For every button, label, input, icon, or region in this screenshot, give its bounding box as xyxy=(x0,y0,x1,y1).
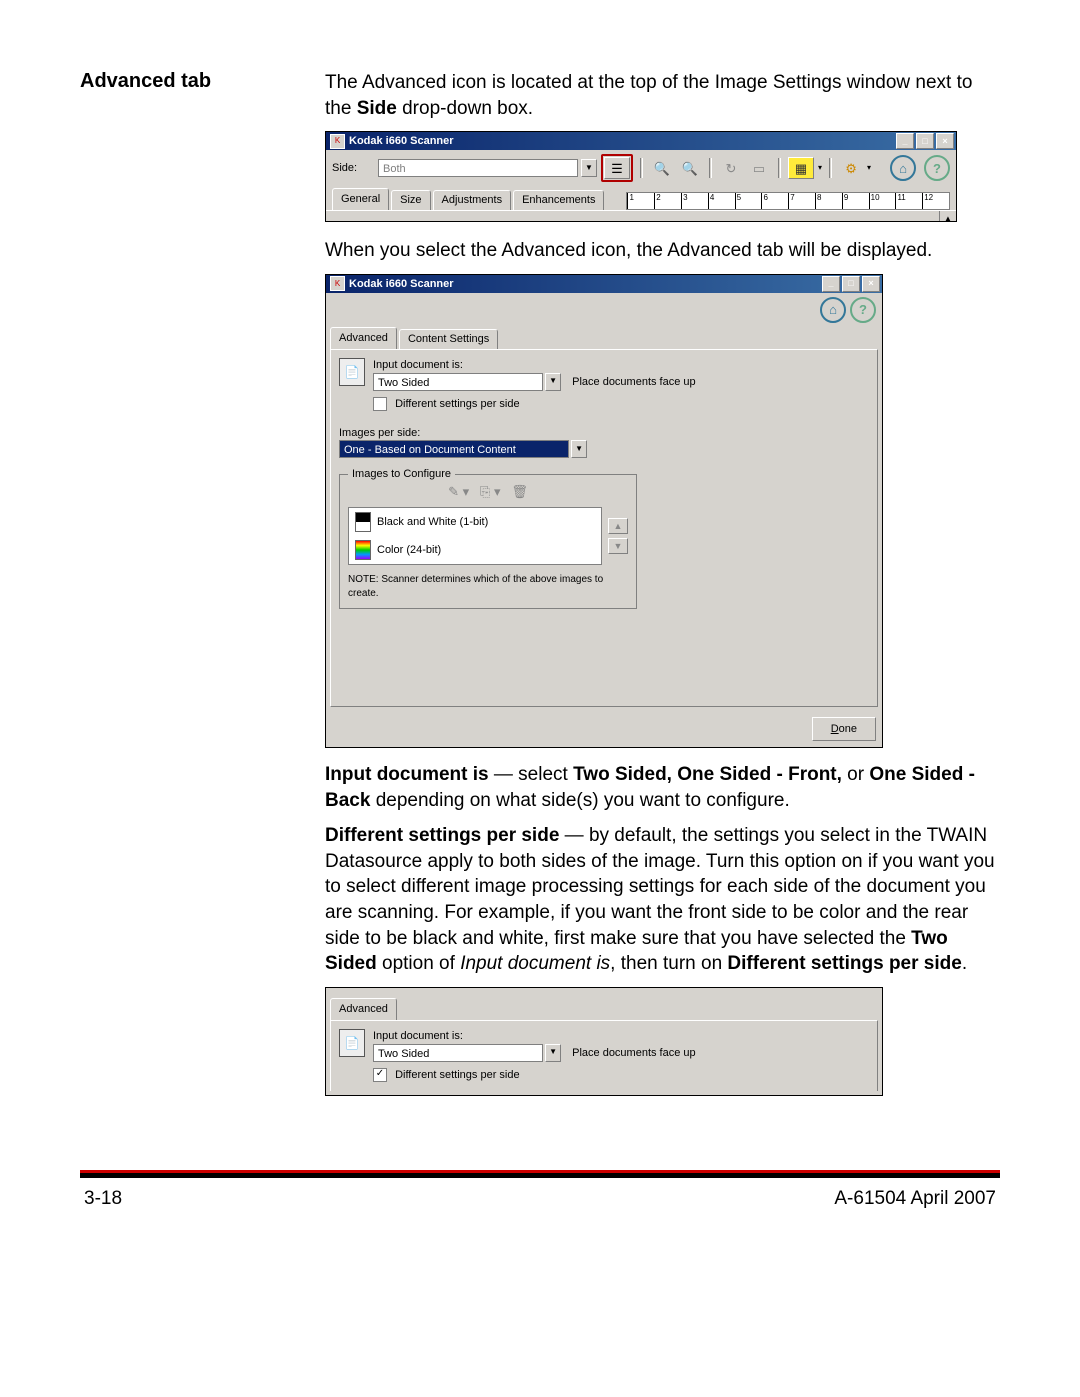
images-per-side-dropdown[interactable]: One - Based on Document Content xyxy=(339,440,569,458)
place-docs-label: Place documents face up xyxy=(572,376,696,388)
place-docs-label: Place documents face up xyxy=(572,1047,696,1059)
tab-adjustments[interactable]: Adjustments xyxy=(433,190,512,210)
app-icon: K xyxy=(330,134,345,149)
note-text: NOTE: Scanner determines which of the ab… xyxy=(348,573,628,600)
document-icon: 📄 xyxy=(339,1029,365,1057)
window-title: Kodak i660 Scanner xyxy=(349,277,820,292)
dropdown-arrow-icon[interactable]: ▼ xyxy=(545,373,561,391)
close-button[interactable]: × xyxy=(862,276,880,292)
maximize-button[interactable]: □ xyxy=(916,133,934,149)
side-label: Side: xyxy=(332,161,374,176)
app-icon: K xyxy=(330,276,345,291)
image-type-color[interactable]: Color (24-bit) xyxy=(349,536,601,564)
settings-tool-icon[interactable]: ⚙ xyxy=(839,158,863,178)
configure-legend: Images to Configure xyxy=(348,467,455,482)
document-icon: 📄 xyxy=(339,358,365,386)
screenshot-advanced-tab-window: K Kodak i660 Scanner _ □ × ⌂ ? Advanced xyxy=(325,274,883,748)
footer-rule xyxy=(80,1170,1000,1178)
move-up-button[interactable]: ▲ xyxy=(608,518,628,534)
input-doc-dropdown[interactable]: Two Sided xyxy=(373,1044,543,1062)
titlebar: K Kodak i660 Scanner _ □ × xyxy=(326,275,882,293)
minimize-button[interactable]: _ xyxy=(822,276,840,292)
page-icon[interactable]: ▭ xyxy=(747,158,771,178)
dropdown-arrow-icon[interactable]: ▼ xyxy=(545,1044,561,1062)
titlebar: K Kodak i660 Scanner _ □ × xyxy=(326,132,956,150)
color-tool-icon[interactable]: ▦ xyxy=(788,157,814,179)
images-to-configure-group: Images to Configure ✎ ▾ ⎘ ▾ 🗑 Black and … xyxy=(339,474,637,609)
help-icon[interactable]: ? xyxy=(850,297,876,323)
rotate-icon[interactable]: ↻ xyxy=(719,158,743,178)
move-down-button[interactable]: ▼ xyxy=(608,538,628,554)
diff-settings-checkbox[interactable] xyxy=(373,397,387,411)
close-button[interactable]: × xyxy=(936,133,954,149)
tab-enhancements[interactable]: Enhancements xyxy=(513,190,604,210)
zoom-in-icon[interactable]: 🔍 xyxy=(650,158,674,178)
intro-paragraph-2: When you select the Advanced icon, the A… xyxy=(325,238,1000,264)
minimize-button[interactable]: _ xyxy=(896,133,914,149)
tab-advanced[interactable]: Advanced xyxy=(330,998,397,1020)
document-id: A-61504 April 2007 xyxy=(834,1188,996,1210)
dropdown-arrow-icon[interactable]: ▼ xyxy=(571,440,587,458)
help-icon[interactable]: ? xyxy=(924,155,950,181)
desc-input-document: Input document is — select Two Sided, On… xyxy=(325,762,1000,813)
image-type-bw[interactable]: Black and White (1-bit) xyxy=(349,508,601,536)
tab-content-settings[interactable]: Content Settings xyxy=(399,329,498,349)
side-dropdown-arrow-icon[interactable]: ▼ xyxy=(581,159,597,177)
home-icon[interactable]: ⌂ xyxy=(890,155,916,181)
input-doc-dropdown[interactable]: Two Sided xyxy=(373,373,543,391)
input-doc-label: Input document is: xyxy=(373,1029,696,1044)
done-button[interactable]: Done xyxy=(812,717,876,741)
diff-settings-label: Different settings per side xyxy=(395,1069,520,1081)
images-per-side-label: Images per side: xyxy=(339,426,869,441)
home-icon[interactable]: ⌂ xyxy=(820,297,846,323)
diff-settings-label: Different settings per side xyxy=(395,398,520,410)
screenshot-toolbar-window: K Kodak i660 Scanner _ □ × Side: Both ▼ xyxy=(325,131,957,222)
bw-swatch-icon xyxy=(355,512,371,532)
screenshot-diff-settings-window: Advanced 📄 Input document is: Two Sided … xyxy=(325,987,883,1096)
input-doc-label: Input document is: xyxy=(373,358,696,373)
tab-general[interactable]: General xyxy=(332,188,389,210)
tab-advanced[interactable]: Advanced xyxy=(330,327,397,349)
window-title: Kodak i660 Scanner xyxy=(349,134,894,149)
intro-paragraph-1: The Advanced icon is located at the top … xyxy=(325,70,1000,121)
section-heading: Advanced tab xyxy=(80,70,305,93)
color-swatch-icon xyxy=(355,540,371,560)
diff-settings-checkbox[interactable]: ✓ xyxy=(373,1068,387,1082)
maximize-button[interactable]: □ xyxy=(842,276,860,292)
ruler: 1 2 3 4 5 6 7 8 9 10 11 xyxy=(626,192,950,210)
advanced-icon-highlight: ☰ xyxy=(601,154,633,182)
tab-size[interactable]: Size xyxy=(391,190,430,210)
desc-different-settings: Different settings per side — by default… xyxy=(325,823,1000,977)
scroll-up-icon[interactable]: ▲ xyxy=(944,214,952,223)
page-number: 3-18 xyxy=(84,1188,122,1210)
side-dropdown[interactable]: Both xyxy=(378,159,578,177)
zoom-out-icon[interactable]: 🔍 xyxy=(678,158,702,178)
advanced-icon[interactable]: ☰ xyxy=(604,157,630,179)
